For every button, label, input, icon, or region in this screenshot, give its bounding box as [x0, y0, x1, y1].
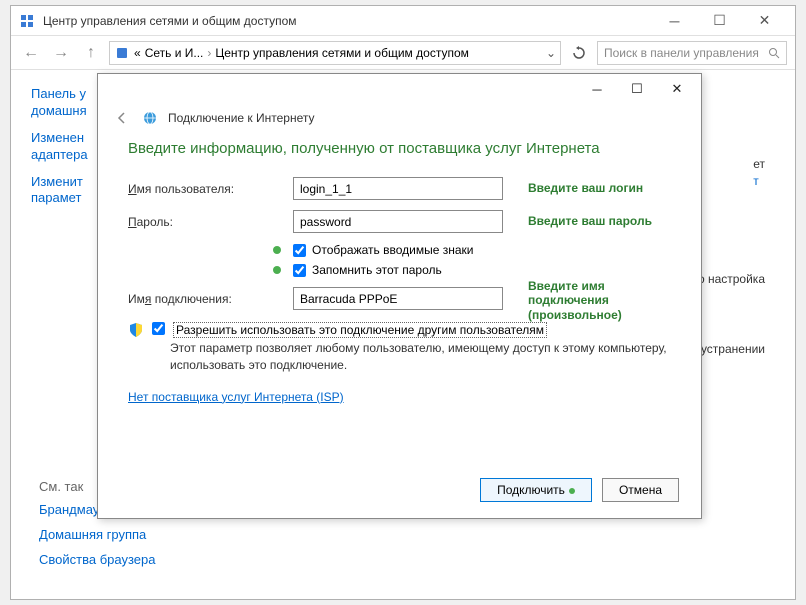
show-chars-row: Отображать вводимые знаки [293, 243, 671, 257]
conn-name-label: Имя подключения: [128, 292, 293, 306]
remember-checkbox[interactable] [293, 264, 306, 277]
dialog-back-button[interactable] [112, 108, 132, 128]
remember-row: Запомнить этот пароль [293, 263, 671, 277]
allow-checkbox[interactable] [152, 322, 165, 335]
dialog-close-button[interactable]: ✕ [657, 76, 697, 102]
conn-name-hint: Введите имя подключения (произвольное) [528, 279, 671, 322]
main-hint-3: и устранении [691, 341, 765, 358]
username-label: Имя пользователя: [128, 182, 293, 196]
show-chars-label: Отображать вводимые знаки [312, 243, 474, 257]
parent-nav: ← → ↑ « Сеть и И... › Центр управления с… [11, 36, 795, 70]
connect-dialog: ─ ☐ ✕ Подключение к Интернету Введите ин… [97, 73, 702, 519]
breadcrumb-chev1: « [134, 46, 141, 60]
password-row: Пароль: Введите ваш пароль [128, 210, 671, 233]
main-hint-1: етт [753, 156, 765, 190]
annotation-dot-icon [273, 266, 281, 274]
network-center-icon [19, 13, 35, 29]
username-hint: Введите ваш логин [528, 181, 643, 195]
remember-label: Запомнить этот пароль [312, 263, 442, 277]
nav-fwd-icon[interactable]: → [49, 41, 73, 65]
allow-desc: Этот параметр позволяет любому пользоват… [170, 340, 671, 374]
sidebar-footer-link-homegroup[interactable]: Домашняя группа [39, 527, 169, 544]
username-row: Имя пользователя: Введите ваш логин [128, 177, 671, 200]
minimize-button[interactable]: ─ [652, 7, 697, 35]
password-field[interactable] [293, 210, 503, 233]
close-button[interactable]: ✕ [742, 7, 787, 35]
annotation-dot-icon [273, 246, 281, 254]
cancel-button[interactable]: Отмена [602, 478, 679, 502]
breadcrumb-part2[interactable]: Центр управления сетями и общим доступом [215, 46, 469, 60]
conn-name-row: Имя подключения: Введите имя подключения… [128, 287, 671, 310]
conn-name-field[interactable] [293, 287, 503, 310]
search-input[interactable]: Поиск в панели управления [597, 41, 787, 65]
show-chars-checkbox[interactable] [293, 244, 306, 257]
breadcrumb[interactable]: « Сеть и И... › Центр управления сетями … [109, 41, 561, 65]
allow-row: Разрешить использовать это подключение д… [128, 322, 671, 338]
maximize-button[interactable]: ☐ [697, 7, 742, 35]
annotation-dot-icon [569, 488, 575, 494]
dialog-maximize-button[interactable]: ☐ [617, 76, 657, 102]
dialog-title: Подключение к Интернету [168, 111, 315, 125]
parent-titlebar: Центр управления сетями и общим доступом… [11, 6, 795, 36]
dialog-titlebar: ─ ☐ ✕ [98, 74, 701, 104]
breadcrumb-icon [114, 45, 130, 61]
parent-title: Центр управления сетями и общим доступом [43, 14, 652, 28]
password-label: Пароль: [128, 215, 293, 229]
internet-icon [142, 110, 158, 126]
breadcrumb-part1[interactable]: Сеть и И... [145, 46, 204, 60]
search-placeholder: Поиск в панели управления [604, 46, 768, 60]
nav-up-icon[interactable]: ↑ [79, 41, 103, 65]
username-field[interactable] [293, 177, 503, 200]
sidebar-footer-link-browser[interactable]: Свойства браузера [39, 552, 169, 569]
allow-label: Разрешить использовать это подключение д… [173, 322, 547, 338]
dialog-header: Подключение к Интернету [98, 104, 701, 140]
password-hint: Введите ваш пароль [528, 214, 652, 228]
nav-back-icon[interactable]: ← [19, 41, 43, 65]
chevron-right-icon: › [207, 46, 211, 60]
refresh-button[interactable] [567, 41, 591, 65]
breadcrumb-dropdown-icon[interactable]: ⌄ [546, 46, 556, 60]
dialog-minimize-button[interactable]: ─ [577, 76, 617, 102]
shield-icon [128, 322, 144, 338]
connect-button[interactable]: Подключить [480, 478, 592, 502]
dialog-footer: Подключить Отмена [480, 478, 679, 502]
dialog-instruction: Введите информацию, полученную от постав… [128, 140, 671, 157]
search-icon [768, 47, 780, 59]
no-isp-link[interactable]: Нет поставщика услуг Интернета (ISP) [128, 390, 344, 404]
